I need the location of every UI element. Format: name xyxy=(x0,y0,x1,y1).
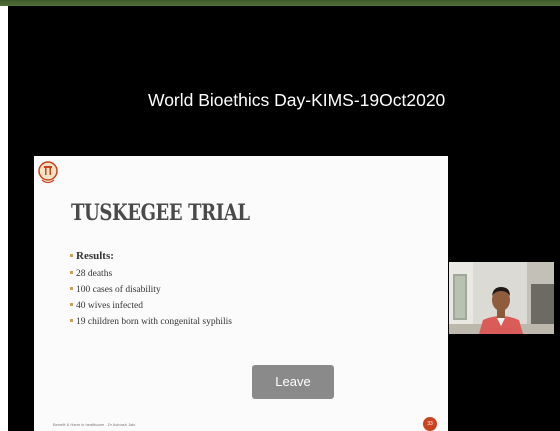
list-item-text: 40 wives infected xyxy=(76,301,144,311)
left-gutter xyxy=(0,6,8,431)
college-emblem-icon xyxy=(38,161,58,184)
list-item-text: 100 cases of disability xyxy=(76,285,161,295)
shared-slide: TUSKEGEE TRIAL Results: 28 deaths 100 ca… xyxy=(34,156,448,431)
list-item-text: 28 deaths xyxy=(76,269,113,279)
meeting-stage: World Bioethics Day-KIMS-19Oct2020 TUSKE… xyxy=(8,6,560,431)
bullet-marker xyxy=(70,287,73,291)
results-heading-text: Results: xyxy=(76,250,114,262)
list-item: 40 wives infected xyxy=(70,298,232,314)
slide-title: TUSKEGEE TRIAL xyxy=(71,200,250,226)
slide-footer: Benefit & Harm in healthcare - Dr Avinas… xyxy=(53,422,136,427)
bullet-marker xyxy=(70,303,73,307)
leave-button[interactable]: Leave xyxy=(252,365,334,399)
list-item: 28 deaths xyxy=(70,266,232,282)
results-list: Results: 28 deaths 100 cases of disabili… xyxy=(70,248,232,330)
bullet-marker xyxy=(70,271,73,275)
list-item-text: 19 children born with congenital syphili… xyxy=(76,317,232,327)
meeting-title: World Bioethics Day-KIMS-19Oct2020 xyxy=(148,90,446,110)
participant-video-icon xyxy=(449,262,554,334)
results-heading: Results: xyxy=(70,248,232,266)
bullet-marker xyxy=(70,319,73,323)
participant-video-tile[interactable] xyxy=(449,262,554,334)
bullet-marker xyxy=(70,253,73,257)
list-item: 19 children born with congenital syphili… xyxy=(70,314,232,330)
slide-page-badge: 33 xyxy=(423,417,437,431)
list-item: 100 cases of disability xyxy=(70,282,232,298)
